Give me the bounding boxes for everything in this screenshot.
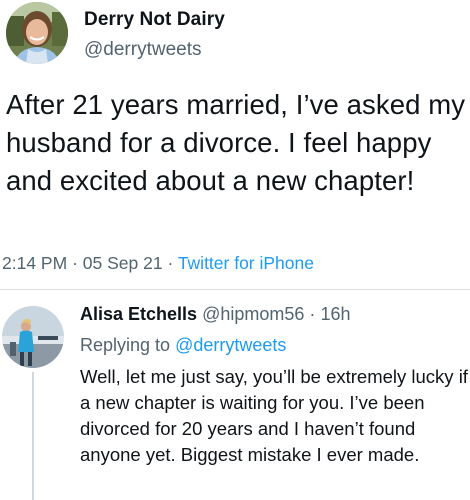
tweet-time[interactable]: 2:14 PM	[2, 253, 67, 273]
thread-line	[32, 372, 34, 500]
tweet-source[interactable]: Twitter for iPhone	[178, 253, 314, 273]
replying-prefix: Replying to	[80, 335, 171, 355]
replying-mention[interactable]: @derrytweets	[175, 335, 286, 355]
reply-time[interactable]: 16h	[320, 304, 350, 324]
reply-display-name[interactable]: Alisa Etchells	[80, 304, 197, 324]
meta-separator: ·	[72, 253, 78, 273]
reply-header: Alisa Etchells @hipmom56 · 16h	[80, 304, 350, 325]
divider	[0, 289, 470, 290]
display-name[interactable]: Derry Not Dairy	[84, 9, 225, 31]
tweet-date[interactable]: 05 Sep 21	[83, 253, 163, 273]
reply-avatar[interactable]	[2, 306, 64, 368]
avatar-photo	[6, 2, 68, 64]
reply-separator: ·	[309, 304, 316, 324]
replying-to: Replying to @derrytweets	[80, 335, 286, 356]
tweet-screenshot: Derry Not Dairy @derrytweets After 21 ye…	[0, 0, 470, 500]
reply-text: Well, let me just say, you’ll be extreme…	[80, 366, 468, 465]
user-handle[interactable]: @derrytweets	[84, 39, 202, 61]
meta-separator: ·	[167, 253, 174, 273]
tweet-text: After 21 years married, I’ve asked my hu…	[6, 89, 466, 196]
avatar[interactable]	[6, 2, 68, 64]
reply-handle[interactable]: @hipmom56	[202, 304, 304, 324]
reply-avatar-photo	[2, 306, 64, 368]
tweet-meta: 2:14 PM · 05 Sep 21 · Twitter for iPhone	[2, 253, 314, 274]
